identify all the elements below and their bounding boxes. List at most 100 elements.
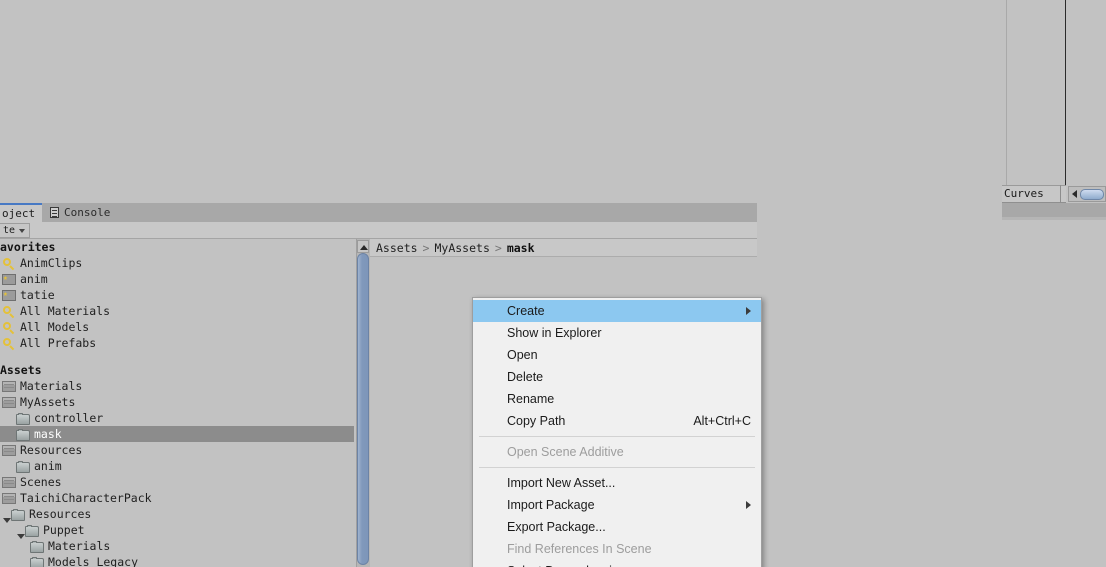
panel-tabstrip: oject Console xyxy=(0,203,757,222)
tree-item[interactable]: TaichiCharacterPack xyxy=(0,490,354,506)
tree-item-selected[interactable]: mask xyxy=(0,426,354,442)
panel-lower-band-2 xyxy=(1002,217,1106,220)
menu-separator xyxy=(479,467,755,468)
tree-section-favorites: avorites xyxy=(0,239,354,255)
tree-item[interactable]: anim xyxy=(0,458,354,474)
favorite-folder-icon xyxy=(2,288,16,301)
unity-editor-window: Curves oject Console te avorites AnimCli… xyxy=(0,0,1106,567)
tab-console[interactable]: Console xyxy=(44,203,130,222)
breadcrumb-item-mask[interactable]: mask xyxy=(507,241,535,255)
scrollbar-thumb[interactable] xyxy=(1080,188,1104,200)
context-menu-item-label: Find References In Scene xyxy=(507,542,652,556)
tab-project[interactable]: oject xyxy=(0,203,42,222)
tree-item-label: Materials xyxy=(20,379,83,393)
folder-icon xyxy=(30,540,44,553)
tree-item-favorite[interactable]: All Materials xyxy=(0,303,354,319)
tree-item-label: Scenes xyxy=(20,475,62,489)
asset-folder-icon xyxy=(2,397,16,408)
favorites-list: AnimClips anim tatie All Materials All Model… xyxy=(0,255,354,351)
assets-context-menu: Create Show in Explorer Open Delete Rename Co… xyxy=(472,297,762,567)
tree-item[interactable]: controller xyxy=(0,410,354,426)
tree-item-label: All Materials xyxy=(20,304,111,318)
tree-item-label: MyAssets xyxy=(20,395,76,409)
panel-edge-divider xyxy=(1006,0,1007,200)
tree-item-label: All Models xyxy=(20,320,90,334)
tree-item-label: anim xyxy=(20,272,48,286)
asset-folder-icon xyxy=(2,493,16,504)
tree-item-label: tatie xyxy=(20,288,55,302)
project-toolbar xyxy=(0,222,757,239)
folder-icon xyxy=(30,556,44,567)
create-dropdown-button[interactable]: te xyxy=(0,223,30,238)
breadcrumb-item-assets[interactable]: Assets xyxy=(376,241,418,255)
asset-folder-icon xyxy=(2,445,16,456)
panel-vertical-divider xyxy=(1065,0,1066,200)
breadcrumb: Assets > MyAssets > mask xyxy=(370,239,757,257)
context-menu-item-label: Delete xyxy=(507,370,544,384)
favorites-header-label: avorites xyxy=(0,240,56,254)
tree-item-label: Puppet xyxy=(43,523,85,537)
folder-icon xyxy=(25,524,39,537)
context-menu-item-label: Open xyxy=(507,348,538,362)
tree-item[interactable]: Resources xyxy=(0,506,354,523)
context-menu-item[interactable]: Create xyxy=(473,300,761,322)
context-menu-item[interactable]: Open xyxy=(473,344,761,366)
context-menu-item-label: Open Scene Additive xyxy=(507,445,624,459)
tree-item-favorite[interactable]: anim xyxy=(0,271,354,287)
breadcrumb-separator-icon: > xyxy=(422,240,430,255)
tree-item-favorite[interactable]: AnimClips xyxy=(0,255,354,271)
tree-item-label: Resources xyxy=(29,507,92,521)
folder-icon xyxy=(16,412,30,425)
tree-item-favorite[interactable]: All Prefabs xyxy=(0,335,354,351)
search-icon xyxy=(2,305,16,318)
horizontal-scrollbar[interactable] xyxy=(1068,186,1106,202)
context-menu-item[interactable]: Import Package xyxy=(473,494,761,516)
context-menu-item[interactable]: Export Package... xyxy=(473,516,761,538)
context-menu-items: Create Show in Explorer Open Delete Rename Co… xyxy=(473,300,761,567)
context-menu-item[interactable]: Show in Explorer xyxy=(473,322,761,344)
tree-item[interactable]: Puppet xyxy=(0,522,354,539)
assets-header-label: Assets xyxy=(0,363,42,377)
scroll-up-arrow-icon[interactable] xyxy=(357,240,369,253)
context-menu-item[interactable]: Delete xyxy=(473,366,761,388)
chevron-right-icon xyxy=(746,307,751,315)
folder-icon xyxy=(11,508,25,521)
context-menu-item[interactable]: Rename xyxy=(473,388,761,410)
favorite-folder-icon xyxy=(2,272,16,285)
search-icon xyxy=(2,337,16,350)
context-menu-item[interactable]: Import New Asset... xyxy=(473,472,761,494)
chevron-down-icon xyxy=(19,228,25,233)
project-tree-scrollbar-thumb[interactable] xyxy=(357,253,369,565)
tree-item-label: mask xyxy=(34,427,62,441)
context-menu-item: Find References In Scene xyxy=(473,538,761,560)
project-tree: avorites AnimClips anim tatie All Materials… xyxy=(0,239,354,567)
chevron-right-icon xyxy=(746,501,751,509)
tree-item-label: Resources xyxy=(20,443,83,457)
tree-item-label: controller xyxy=(34,411,104,425)
breadcrumb-separator-icon: > xyxy=(494,240,502,255)
tree-item-label: Models Legacy xyxy=(48,555,139,567)
tree-item[interactable]: Materials xyxy=(0,378,354,394)
context-menu-item-label: Export Package... xyxy=(507,520,606,534)
curves-tab-label: Curves xyxy=(1004,187,1044,200)
context-menu-item[interactable]: Select Dependencies xyxy=(473,560,761,567)
context-menu-item: Open Scene Additive xyxy=(473,441,761,463)
folder-icon xyxy=(16,460,30,473)
tree-item[interactable]: Resources xyxy=(0,442,354,458)
tree-item-label: anim xyxy=(34,459,62,473)
scroll-left-arrow-icon[interactable] xyxy=(1072,190,1077,198)
tree-item[interactable]: Materials xyxy=(0,538,354,554)
tree-item[interactable]: Models Legacy xyxy=(0,554,354,567)
create-dropdown-label: te xyxy=(2,225,15,236)
tree-item-favorite[interactable]: tatie xyxy=(0,287,354,303)
tree-item[interactable]: MyAssets xyxy=(0,394,354,410)
tree-item[interactable]: Scenes xyxy=(0,474,354,490)
context-menu-item-label: Rename xyxy=(507,392,555,406)
menu-item-shortcut: Alt+Ctrl+C xyxy=(693,414,751,428)
tree-item-label: All Prefabs xyxy=(20,336,97,350)
search-icon xyxy=(2,321,16,334)
breadcrumb-item-myassets[interactable]: MyAssets xyxy=(434,241,489,255)
context-menu-item[interactable]: Copy Path Alt+Ctrl+C xyxy=(473,410,761,432)
tree-item-favorite[interactable]: All Models xyxy=(0,319,354,335)
tree-section-assets: Assets xyxy=(0,362,354,378)
